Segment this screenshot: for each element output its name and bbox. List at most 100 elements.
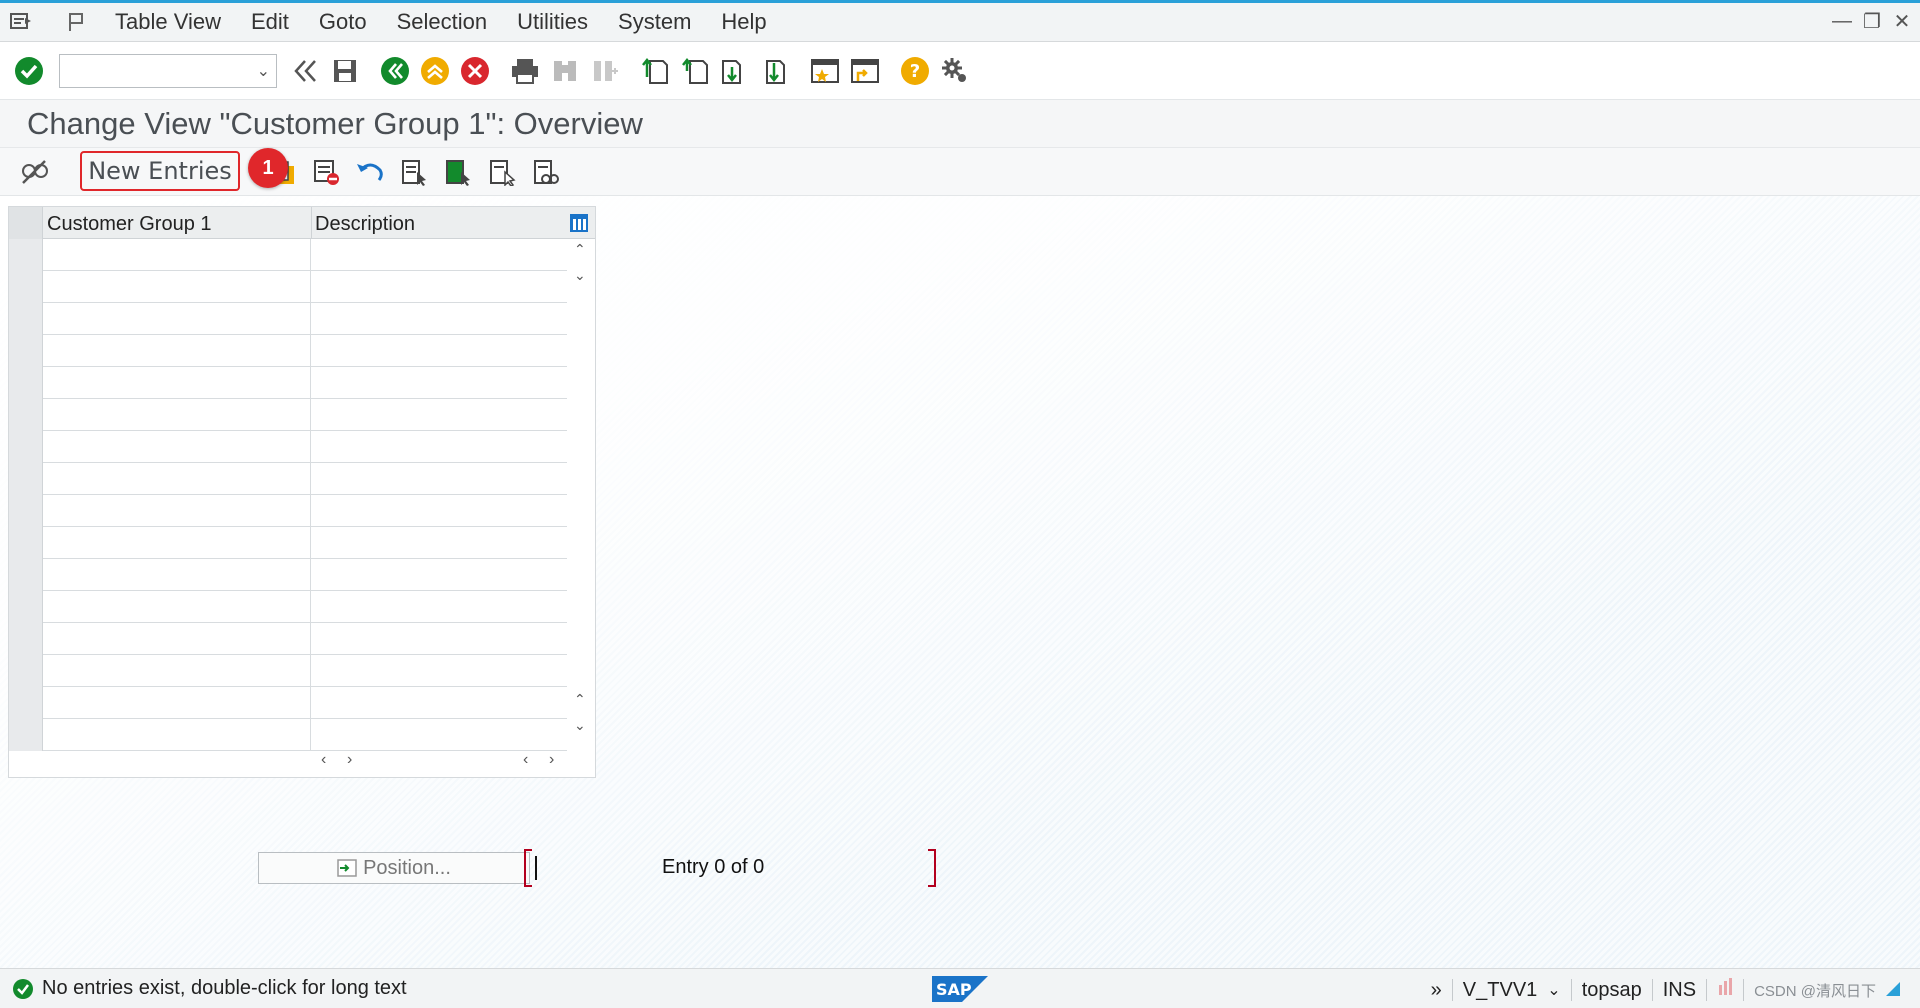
next-page-icon[interactable] [718, 54, 752, 88]
row-selector[interactable] [9, 687, 43, 719]
cell-customer-group[interactable] [43, 367, 311, 399]
row-selector[interactable] [9, 335, 43, 367]
new-session-icon[interactable] [808, 54, 842, 88]
column-header-customer-group[interactable]: Customer Group 1 [47, 213, 212, 236]
exit-icon[interactable] [418, 54, 452, 88]
cell-description[interactable] [312, 463, 567, 495]
position-button[interactable]: Position... [258, 852, 530, 884]
system-dropdown-icon[interactable]: ⌄ [1547, 980, 1560, 1000]
scroll-left-col1-icon[interactable]: ‹ [321, 751, 326, 769]
save-icon[interactable] [328, 54, 362, 88]
cell-description[interactable] [312, 303, 567, 335]
menu-help[interactable]: Help [706, 3, 781, 41]
row-selector[interactable] [9, 239, 43, 271]
cancel-icon[interactable] [458, 54, 492, 88]
help-icon[interactable]: ? [898, 54, 932, 88]
cell-description[interactable] [312, 623, 567, 655]
menu-edit[interactable]: Edit [236, 3, 304, 41]
minimize-icon[interactable]: — [1832, 9, 1852, 33]
row-selector[interactable] [9, 399, 43, 431]
cell-description[interactable] [312, 335, 567, 367]
scroll-up-icon[interactable]: ⌃ [574, 241, 586, 258]
print-icon[interactable] [508, 54, 542, 88]
last-page-icon[interactable] [758, 54, 792, 88]
scroll-down-icon[interactable]: ⌄ [574, 267, 586, 284]
scroll-left-col2-icon[interactable]: ‹ [523, 751, 528, 769]
scroll-up-bottom-icon[interactable]: ⌃ [574, 691, 586, 708]
select-all-cell[interactable] [9, 207, 43, 239]
settings-gear-icon[interactable] [938, 54, 972, 88]
enter-button[interactable] [12, 54, 46, 88]
menu-system[interactable]: System [603, 3, 706, 41]
row-selector[interactable] [9, 271, 43, 303]
scroll-right-col2-icon[interactable]: › [549, 751, 554, 769]
cell-customer-group[interactable] [43, 527, 311, 559]
back-icon[interactable] [378, 54, 412, 88]
deselect-all-icon[interactable] [486, 156, 518, 188]
select-all-icon[interactable] [398, 156, 430, 188]
insert-mode[interactable]: INS [1663, 979, 1696, 1002]
cell-customer-group[interactable] [43, 687, 311, 719]
cell-customer-group[interactable] [43, 335, 311, 367]
row-selector[interactable] [9, 303, 43, 335]
cell-description[interactable] [312, 399, 567, 431]
row-selector[interactable] [9, 559, 43, 591]
status-message[interactable]: No entries exist, double-click for long … [42, 977, 407, 1000]
bookmark-menu-icon[interactable] [64, 9, 90, 35]
cell-description[interactable] [312, 495, 567, 527]
menu-table-view[interactable]: Table View [100, 3, 236, 41]
horizontal-scrollbar[interactable]: ‹ › ‹ › [9, 747, 595, 777]
find-next-icon[interactable] [588, 54, 622, 88]
row-selector[interactable] [9, 591, 43, 623]
cell-customer-group[interactable] [43, 303, 311, 335]
cell-customer-group[interactable] [43, 655, 311, 687]
cell-customer-group[interactable] [43, 591, 311, 623]
menu-goto[interactable]: Goto [304, 3, 382, 41]
previous-page-icon[interactable] [678, 54, 712, 88]
cell-customer-group[interactable] [43, 559, 311, 591]
row-selector[interactable] [9, 367, 43, 399]
first-page-icon[interactable] [638, 54, 672, 88]
cell-customer-group[interactable] [43, 463, 311, 495]
row-selector[interactable] [9, 527, 43, 559]
scroll-right-col1-icon[interactable]: › [347, 751, 352, 769]
cell-description[interactable] [312, 559, 567, 591]
find-icon[interactable] [548, 54, 582, 88]
delete-icon[interactable] [310, 156, 342, 188]
select-block-icon[interactable] [442, 156, 474, 188]
close-window-icon[interactable]: ✕ [1892, 9, 1912, 33]
row-selector[interactable] [9, 463, 43, 495]
print-field-list-icon[interactable] [530, 156, 562, 188]
cell-customer-group[interactable] [43, 623, 311, 655]
double-chevron-left-icon[interactable] [288, 54, 322, 88]
cell-description[interactable] [312, 527, 567, 559]
vertical-scrollbar[interactable]: ⌃ ⌄ ⌃ ⌄ [569, 239, 595, 745]
table-settings-icon[interactable] [569, 213, 589, 233]
cell-description[interactable] [312, 591, 567, 623]
cell-description[interactable] [312, 655, 567, 687]
scroll-down-bottom-icon[interactable]: ⌄ [574, 717, 586, 734]
row-selector[interactable] [9, 655, 43, 687]
cell-customer-group[interactable] [43, 495, 311, 527]
system-menu-icon[interactable] [8, 9, 34, 35]
undo-icon[interactable] [354, 156, 386, 188]
cell-customer-group[interactable] [43, 399, 311, 431]
cell-description[interactable] [312, 271, 567, 303]
column-header-description[interactable]: Description [315, 213, 415, 236]
new-entries-button[interactable]: New Entries [80, 151, 240, 191]
cell-description[interactable] [312, 367, 567, 399]
cell-customer-group[interactable] [43, 271, 311, 303]
cell-description[interactable] [312, 239, 567, 271]
row-selector[interactable] [9, 623, 43, 655]
menu-utilities[interactable]: Utilities [502, 3, 603, 41]
menu-selection[interactable]: Selection [382, 3, 503, 41]
shortcut-icon[interactable] [848, 54, 882, 88]
cell-description[interactable] [312, 431, 567, 463]
command-field[interactable]: ⌄ [59, 53, 277, 88]
cell-customer-group[interactable] [43, 431, 311, 463]
row-selector[interactable] [9, 431, 43, 463]
display-change-icon[interactable] [18, 156, 50, 188]
row-selector[interactable] [9, 495, 43, 527]
cell-customer-group[interactable] [43, 239, 311, 271]
chevron-down-icon[interactable]: ⌄ [257, 61, 270, 81]
